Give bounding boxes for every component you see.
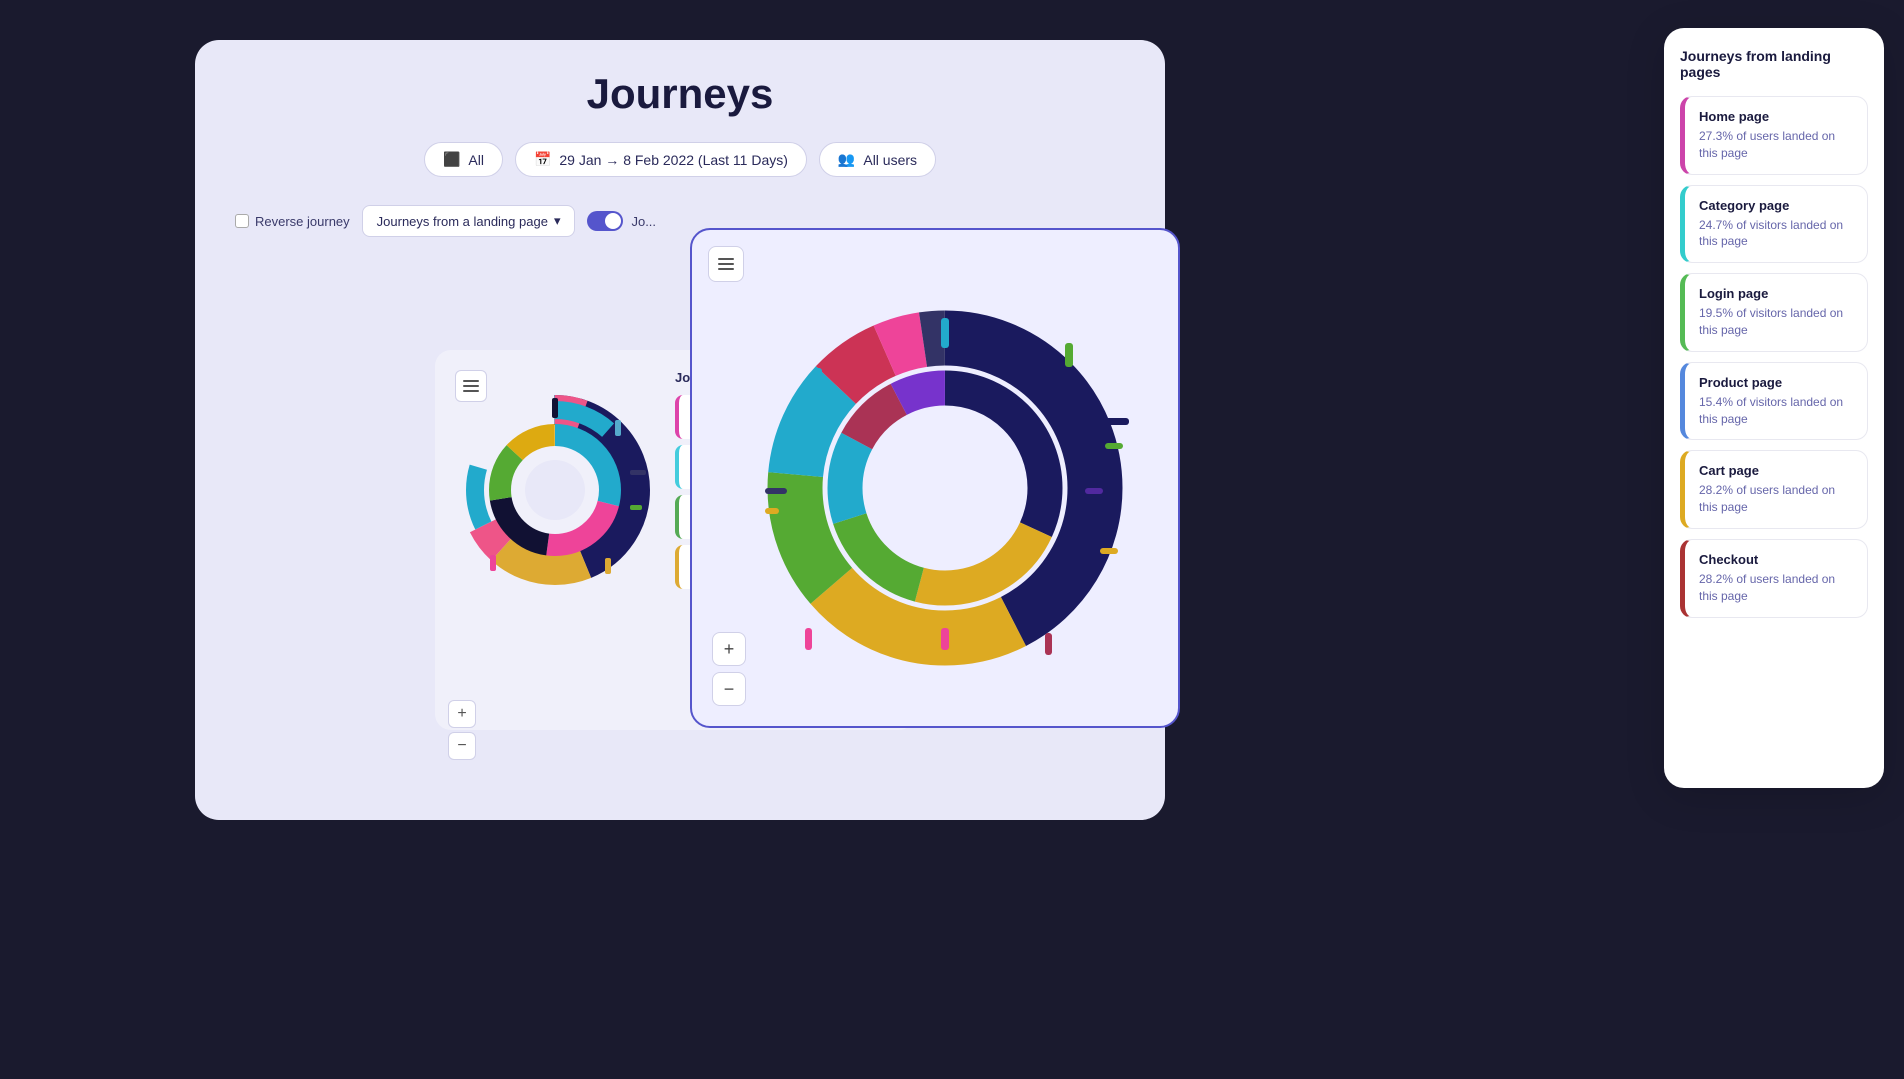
hamburger-icon-main bbox=[718, 258, 734, 270]
main-zoom-out-btn[interactable]: − bbox=[712, 672, 746, 706]
sidebar-item-3[interactable]: Product page 15.4% of visitors landed on… bbox=[1680, 362, 1868, 441]
date-filter-label: 29 Jan → 8 Feb 2022 (Last 11 Days) bbox=[559, 152, 788, 168]
sidebar-item-desc-4: 28.2% of users landed on this page bbox=[1699, 482, 1853, 516]
bg-zoom-controls: + − bbox=[448, 700, 476, 760]
journey-toggle[interactable] bbox=[587, 211, 623, 231]
reverse-journey-checkbox[interactable] bbox=[235, 214, 249, 228]
bg-donut-svg bbox=[455, 370, 655, 610]
calendar-icon: 📅 bbox=[534, 151, 551, 168]
sidebar-item-name-0: Home page bbox=[1699, 109, 1853, 124]
users-filter-label: All users bbox=[863, 152, 917, 168]
date-filter-btn[interactable]: 📅 29 Jan → 8 Feb 2022 (Last 11 Days) bbox=[515, 142, 807, 177]
sidebar-item-name-1: Category page bbox=[1699, 198, 1853, 213]
main-chart-panel: + − bbox=[690, 228, 1180, 728]
dropdown-label-text: Journeys from a landing page bbox=[377, 214, 548, 229]
reverse-journey-label[interactable]: Reverse journey bbox=[235, 214, 350, 229]
sidebar-item-desc-2: 19.5% of visitors landed on this page bbox=[1699, 305, 1853, 339]
sidebar-item-desc-1: 24.7% of visitors landed on this page bbox=[1699, 217, 1853, 251]
toggle-label: Jo... bbox=[631, 214, 656, 229]
filter-bar: ⬛ All 📅 29 Jan → 8 Feb 2022 (Last 11 Day… bbox=[235, 142, 1125, 177]
bg-zoom-in-btn[interactable]: + bbox=[448, 700, 476, 728]
sidebar-item-desc-5: 28.2% of users landed on this page bbox=[1699, 571, 1853, 605]
all-filter-btn[interactable]: ⬛ All bbox=[424, 142, 503, 177]
main-donut-container bbox=[745, 288, 1125, 668]
sidebar-item-name-2: Login page bbox=[1699, 286, 1853, 301]
main-zoom-in-btn[interactable]: + bbox=[712, 632, 746, 666]
sidebar-panel: Journeys from landing pages Home page 27… bbox=[1664, 28, 1884, 788]
all-filter-label: All bbox=[468, 152, 484, 168]
sidebar-item-5[interactable]: Checkout 28.2% of users landed on this p… bbox=[1680, 539, 1868, 618]
monitor-icon: ⬛ bbox=[443, 151, 460, 168]
main-menu-icon[interactable] bbox=[708, 246, 744, 282]
sidebar-item-name-3: Product page bbox=[1699, 375, 1853, 390]
users-filter-btn[interactable]: 👥 All users bbox=[819, 142, 936, 177]
sidebar-title: Journeys from landing pages bbox=[1680, 48, 1868, 80]
sidebar-item-desc-3: 15.4% of visitors landed on this page bbox=[1699, 394, 1853, 428]
sidebar-item-4[interactable]: Cart page 28.2% of users landed on this … bbox=[1680, 450, 1868, 529]
reverse-journey-text: Reverse journey bbox=[255, 214, 350, 229]
sidebar-item-name-4: Cart page bbox=[1699, 463, 1853, 478]
sidebar-item-0[interactable]: Home page 27.3% of users landed on this … bbox=[1680, 96, 1868, 175]
sidebar-item-name-5: Checkout bbox=[1699, 552, 1853, 567]
journey-type-dropdown[interactable]: Journeys from a landing page ▾ bbox=[362, 205, 576, 237]
chevron-down-icon: ▾ bbox=[554, 213, 561, 229]
sidebar-item-2[interactable]: Login page 19.5% of visitors landed on t… bbox=[1680, 273, 1868, 352]
main-zoom-controls: + − bbox=[712, 632, 746, 706]
page-title: Journeys bbox=[235, 70, 1125, 118]
bg-zoom-out-btn[interactable]: − bbox=[448, 732, 476, 760]
main-donut-svg bbox=[745, 288, 1145, 688]
sidebar-items-list: Home page 27.3% of users landed on this … bbox=[1680, 96, 1868, 618]
sidebar-item-1[interactable]: Category page 24.7% of visitors landed o… bbox=[1680, 185, 1868, 264]
sidebar-item-desc-0: 27.3% of users landed on this page bbox=[1699, 128, 1853, 162]
bg-donut-chart bbox=[455, 370, 655, 610]
toggle-row: Jo... bbox=[587, 211, 656, 231]
users-icon: 👥 bbox=[838, 151, 855, 168]
